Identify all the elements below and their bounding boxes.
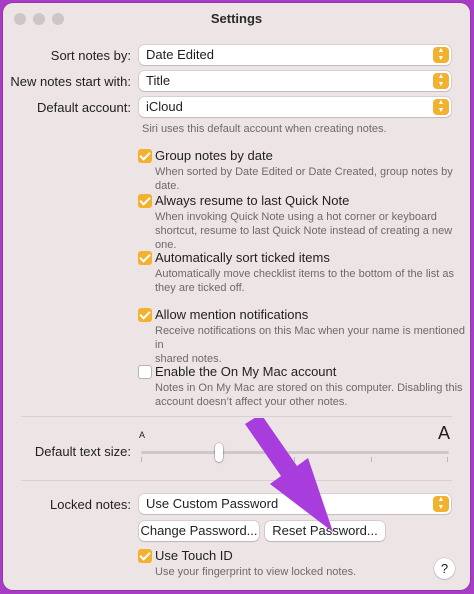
- group-notes-label: Group notes by date: [155, 148, 273, 163]
- chevron-updown-icon: ▲ ▼: [433, 47, 449, 63]
- slider-tick: [447, 457, 448, 462]
- small-text-glyph: A: [139, 430, 146, 440]
- chevron-updown-icon: ▲ ▼: [433, 73, 449, 89]
- large-text-glyph: A: [438, 423, 451, 443]
- chevron-updown-icon: ▲ ▼: [433, 496, 449, 512]
- settings-window: Settings Sort notes by: Date Edited ▲ ▼ N…: [3, 3, 470, 590]
- new-notes-value: Title: [146, 73, 171, 88]
- text-size-label: Default text size:: [34, 444, 131, 459]
- sort-notes-value: Date Edited: [146, 47, 214, 62]
- on-my-mac-label: Enable the On My Mac account: [155, 364, 337, 379]
- slider-tick: [141, 457, 142, 462]
- sort-ticked-description: Automatically move checklist items to th…: [155, 268, 454, 294]
- sort-ticked-checkbox[interactable]: [138, 251, 152, 265]
- locked-notes-label: Locked notes:: [50, 497, 131, 512]
- default-account-value: iCloud: [146, 99, 183, 114]
- separator: [21, 416, 452, 417]
- mention-notifications-description: Receive notifications on this Mac when y…: [155, 325, 465, 365]
- resume-quick-note-checkbox[interactable]: [138, 194, 152, 208]
- slider-thumb[interactable]: [215, 443, 223, 462]
- mention-notifications-label: Allow mention notifications: [155, 307, 309, 322]
- mention-notifications-checkbox[interactable]: [138, 308, 152, 322]
- help-button[interactable]: ?: [434, 558, 455, 579]
- annotation-arrow-icon: [245, 418, 333, 532]
- on-my-mac-description: Notes in On My Mac are stored on this co…: [155, 382, 463, 408]
- sort-notes-label: Sort notes by:: [50, 48, 131, 63]
- window-title: Settings: [210, 11, 263, 26]
- touch-id-checkbox[interactable]: [138, 549, 152, 563]
- group-notes-checkbox[interactable]: [138, 149, 152, 163]
- resume-quick-note-description: When invoking Quick Note using a hot cor…: [155, 211, 453, 251]
- default-account-popup[interactable]: iCloud ▲ ▼: [139, 97, 451, 117]
- new-notes-popup[interactable]: Title ▲ ▼: [139, 71, 451, 91]
- default-account-description: Siri uses this default account when crea…: [142, 123, 387, 135]
- new-notes-label: New notes start with:: [10, 74, 131, 89]
- resume-quick-note-label: Always resume to last Quick Note: [155, 193, 350, 208]
- group-notes-description: When sorted by Date Edited or Date Creat…: [155, 166, 453, 192]
- on-my-mac-checkbox[interactable]: [138, 365, 152, 379]
- sort-ticked-label: Automatically sort ticked items: [155, 250, 330, 265]
- default-account-label: Default account:: [37, 100, 131, 115]
- touch-id-label: Use Touch ID: [155, 548, 233, 563]
- slider-tick: [371, 457, 372, 462]
- touch-id-description: Use your fingerprint to view locked note…: [155, 566, 357, 578]
- sort-notes-popup[interactable]: Date Edited ▲ ▼: [139, 45, 451, 65]
- chevron-updown-icon: ▲ ▼: [433, 99, 449, 115]
- title-bar: Settings: [3, 3, 470, 33]
